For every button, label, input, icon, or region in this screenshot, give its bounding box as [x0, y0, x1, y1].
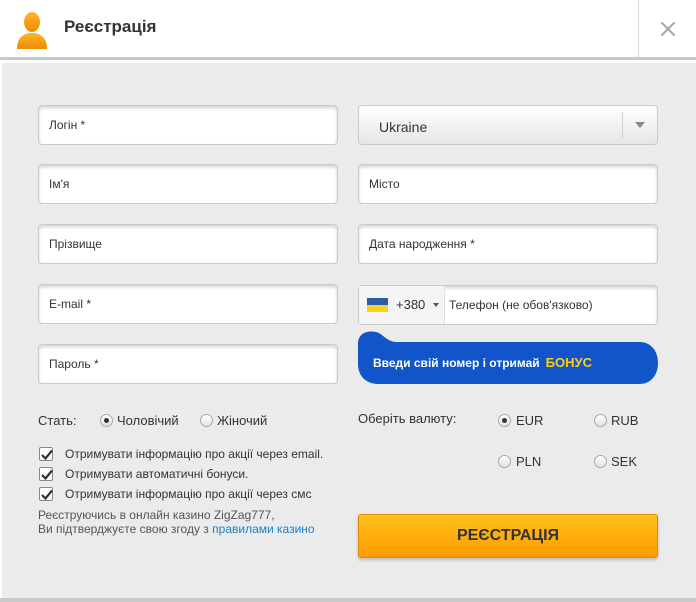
country-select-value: Ukraine [379, 119, 428, 135]
currency-eur-radio[interactable] [498, 414, 511, 427]
bonus-message: Введи свій номер і отримай [373, 356, 540, 370]
password-input[interactable] [39, 345, 337, 383]
register-button[interactable]: РЕЄСТРАЦІЯ [358, 514, 658, 558]
gender-female-radio[interactable] [200, 414, 213, 427]
birthdate-input[interactable] [359, 225, 657, 263]
email-promo-checkbox[interactable] [39, 447, 53, 461]
currency-sek-radio[interactable] [594, 455, 607, 468]
user-icon [17, 12, 47, 49]
email-field[interactable] [38, 284, 338, 324]
sms-promo-label[interactable]: Отримувати інформацію про акції через см… [65, 487, 312, 501]
select-divider [622, 112, 623, 138]
gender-label: Стать: [38, 413, 77, 428]
currency-eur-label[interactable]: EUR [516, 413, 543, 428]
country-code-select[interactable]: +380 [359, 286, 445, 324]
birthdate-field[interactable] [358, 224, 658, 264]
auto-bonus-label[interactable]: Отримувати автоматичні бонуси. [65, 467, 248, 481]
login-field[interactable] [38, 105, 338, 145]
casino-rules-link[interactable]: правилами казино [212, 522, 314, 536]
gender-male-radio[interactable] [100, 414, 113, 427]
sms-promo-checkbox[interactable] [39, 487, 53, 501]
country-select[interactable]: Ukraine [358, 105, 658, 145]
bonus-highlight: БОНУС [545, 355, 592, 370]
phone-field[interactable]: +380 [358, 285, 658, 325]
legal-line-1: Реєструючись в онлайн казино ZigZag777, [38, 508, 275, 522]
close-button[interactable] [638, 0, 696, 57]
currency-rub-radio[interactable] [594, 414, 607, 427]
email-promo-label[interactable]: Отримувати інформацію про акції через em… [65, 447, 323, 461]
email-input[interactable] [39, 285, 337, 323]
caret-down-icon [433, 303, 439, 307]
ukraine-flag-icon [367, 298, 388, 312]
legal-notice: Реєструючись в онлайн казино ZigZag777, … [38, 508, 315, 536]
bonus-text: Введи свій номер і отримай БОНУС [373, 355, 592, 370]
gender-female-label[interactable]: Жіночий [217, 413, 267, 428]
city-field[interactable] [358, 164, 658, 204]
checkmark-icon [41, 469, 53, 481]
login-input[interactable] [39, 106, 337, 144]
currency-pln-label[interactable]: PLN [516, 454, 541, 469]
chevron-down-icon[interactable] [635, 122, 645, 128]
surname-field[interactable] [38, 224, 338, 264]
auto-bonus-checkbox[interactable] [39, 467, 53, 481]
gender-male-label[interactable]: Чоловічий [117, 413, 179, 428]
currency-sek-label[interactable]: SEK [611, 454, 637, 469]
first-name-input[interactable] [39, 165, 337, 203]
checkmark-icon [41, 489, 53, 501]
surname-input[interactable] [39, 225, 337, 263]
currency-rub-label[interactable]: RUB [611, 413, 638, 428]
city-input[interactable] [359, 165, 657, 203]
legal-line-2: Ви підтверджуєте свою згоду з правилами … [38, 522, 315, 536]
country-code-value: +380 [396, 297, 426, 312]
phone-input[interactable] [449, 286, 654, 324]
checkmark-icon [41, 449, 53, 461]
currency-label: Оберіть валюту: [358, 411, 457, 426]
bottom-border [0, 598, 696, 602]
bonus-banner: Введи свій номер і отримай БОНУС [358, 328, 658, 384]
password-field[interactable] [38, 344, 338, 384]
dialog-title: Реєстрація [64, 17, 157, 36]
currency-pln-radio[interactable] [498, 455, 511, 468]
legal-line-2-text: Ви підтверджуєте свою згоду з [38, 522, 209, 536]
first-name-field[interactable] [38, 164, 338, 204]
close-icon[interactable] [657, 18, 679, 40]
dialog-header: Реєстрація [0, 0, 696, 60]
